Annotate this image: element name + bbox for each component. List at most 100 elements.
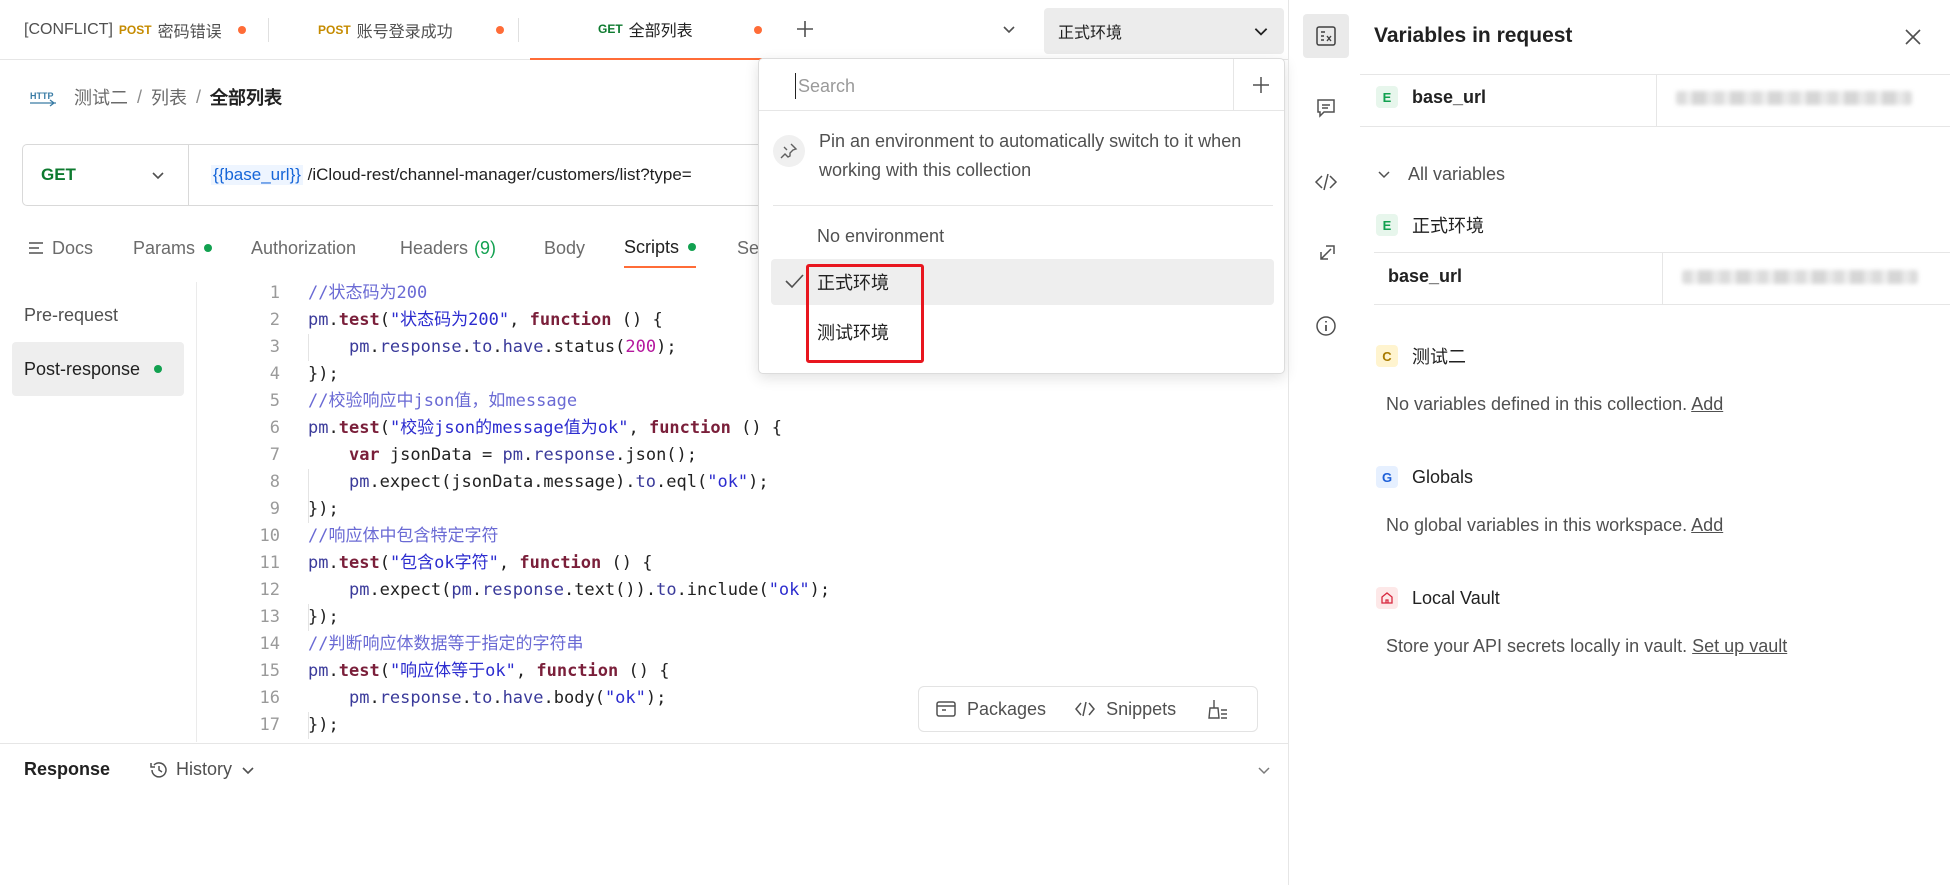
code-line: 9}); (196, 496, 1270, 523)
close-icon (1905, 29, 1921, 45)
code-token: function (648, 418, 731, 438)
url-input[interactable]: {{base_url}} /iCloud-rest/channel-manage… (189, 165, 692, 185)
environment-variable-row[interactable]: base_url (1388, 262, 1462, 290)
tab-body[interactable]: Body (544, 228, 585, 268)
globals-badge: G (1376, 466, 1398, 488)
pin-environment-option[interactable]: Pin an environment to automatically swit… (773, 123, 1273, 199)
all-variables-label: All variables (1408, 163, 1506, 184)
request-tab-active[interactable]: GET 全部列表 (530, 0, 762, 60)
code-token: pm (308, 661, 329, 681)
environment-selector[interactable]: 正式环境 (1044, 8, 1284, 54)
unsaved-dot (238, 26, 246, 34)
add-global-variable-link[interactable]: Add (1691, 515, 1723, 535)
environment-badge: E (1376, 214, 1398, 236)
annotation-highlight-box (806, 264, 924, 363)
breadcrumb-collection[interactable]: 测试二 (74, 84, 128, 110)
divider (1360, 126, 1950, 127)
environment-search-input[interactable] (795, 73, 1175, 99)
tab-docs[interactable]: Docs (28, 228, 93, 268)
code-token: pm (308, 553, 329, 573)
close-panel-button[interactable] (1900, 24, 1926, 50)
line-number: 2 (269, 310, 280, 330)
dropdown-divider (773, 205, 1273, 206)
line-number: 10 (259, 526, 280, 546)
tab-list-button[interactable] (996, 16, 1022, 42)
code-token: pm (451, 580, 472, 600)
code-token: .body( (543, 688, 605, 708)
chevron-down-icon (1254, 28, 1268, 36)
request-variable-row[interactable]: E base_url (1376, 84, 1486, 110)
code-token: "ok" (604, 688, 646, 708)
line-number: 5 (269, 391, 280, 411)
globals-group: G Globals (1376, 464, 1473, 490)
beautify-button[interactable] (1206, 698, 1238, 720)
line-number: 9 (269, 499, 280, 519)
plus-icon (1253, 77, 1269, 93)
line-number: 6 (269, 418, 280, 438)
add-environment-button[interactable] (1247, 71, 1275, 99)
variables-panel-button[interactable] (1303, 14, 1349, 58)
tab-label: Se (737, 237, 760, 258)
line-number: 1 (269, 283, 280, 303)
script-nav-label: Post-response (24, 358, 141, 379)
new-tab-button[interactable] (790, 14, 820, 44)
line-number: 12 (259, 580, 280, 600)
code-token: ); (748, 472, 769, 492)
breadcrumb-folder[interactable]: 列表 (151, 84, 187, 110)
chevron-down-icon[interactable] (1256, 762, 1272, 778)
code-token: function (536, 661, 619, 681)
code-text: //判断响应体数据等于指定的字符串 (308, 631, 583, 658)
code-line: 13}); (196, 604, 1270, 631)
method-selector[interactable]: GET (23, 145, 189, 205)
script-nav-post-response[interactable]: Post-response (12, 342, 184, 396)
tab-params[interactable]: Params (133, 228, 213, 268)
code-text: pm.test("状态码为200", function () { (308, 307, 663, 334)
history-button[interactable]: History (148, 759, 262, 780)
code-token: "校验json的message值为ok" (389, 418, 629, 438)
setup-vault-link[interactable]: Set up vault (1692, 636, 1787, 656)
code-line: 8 pm.expect(jsonData.message).to.eql("ok… (196, 469, 1270, 496)
divider (1662, 252, 1663, 304)
comments-button[interactable] (1303, 86, 1349, 130)
code-icon (1314, 173, 1338, 191)
url-path: /iCloud-rest/channel-manager/customers/l… (302, 165, 692, 184)
info-button[interactable] (1303, 304, 1349, 348)
vault-name: Local Vault (1412, 587, 1500, 608)
code-token: , (509, 310, 530, 330)
all-variables-toggle[interactable]: All variables (1376, 161, 1505, 187)
tab-scripts[interactable]: Scripts (624, 228, 697, 268)
script-nav-pre-request[interactable]: Pre-request (12, 288, 184, 342)
response-label[interactable]: Response (24, 759, 110, 780)
right-sidebar-rail (1288, 0, 1360, 885)
code-token: . (328, 661, 339, 681)
environment-option-none[interactable]: No environment (771, 213, 1274, 259)
request-tab[interactable]: POST 账号登录成功 (318, 0, 510, 60)
tab-authorization[interactable]: Authorization (251, 228, 356, 268)
code-token: . (328, 553, 339, 573)
tab-settings[interactable]: Se (737, 228, 759, 268)
variable-name: base_url (1388, 265, 1463, 286)
history-icon (150, 761, 167, 778)
url-bar: GET {{base_url}} /iCloud-rest/channel-ma… (22, 144, 802, 206)
collection-empty-note: No variables defined in this collection.… (1386, 394, 1724, 414)
tab-headers[interactable]: Headers (9) (400, 228, 496, 268)
related-collections-button[interactable] (1303, 232, 1349, 276)
code-token: . (461, 337, 472, 357)
breadcrumb-request[interactable]: 全部列表 (210, 84, 282, 110)
chevron-down-icon (1378, 171, 1390, 179)
environment-selected: 正式环境 (1058, 25, 1123, 42)
code-token: "ok" (707, 472, 749, 492)
packages-button[interactable]: Packages (935, 699, 1046, 720)
snippets-button[interactable]: Snippets (1074, 699, 1176, 720)
code-token: ( (379, 418, 390, 438)
request-tab[interactable]: [CONFLICT] POST 密码错误 (24, 0, 248, 60)
code-token: ( (379, 661, 390, 681)
code-text: pm.expect(pm.response.text()).to.include… (308, 577, 830, 604)
code-token: ); (809, 580, 831, 600)
code-snippet-button[interactable] (1303, 160, 1349, 204)
add-collection-variable-link[interactable]: Add (1691, 394, 1723, 414)
url-variable[interactable]: {{base_url}} (211, 165, 303, 185)
code-token: }); (308, 499, 339, 519)
